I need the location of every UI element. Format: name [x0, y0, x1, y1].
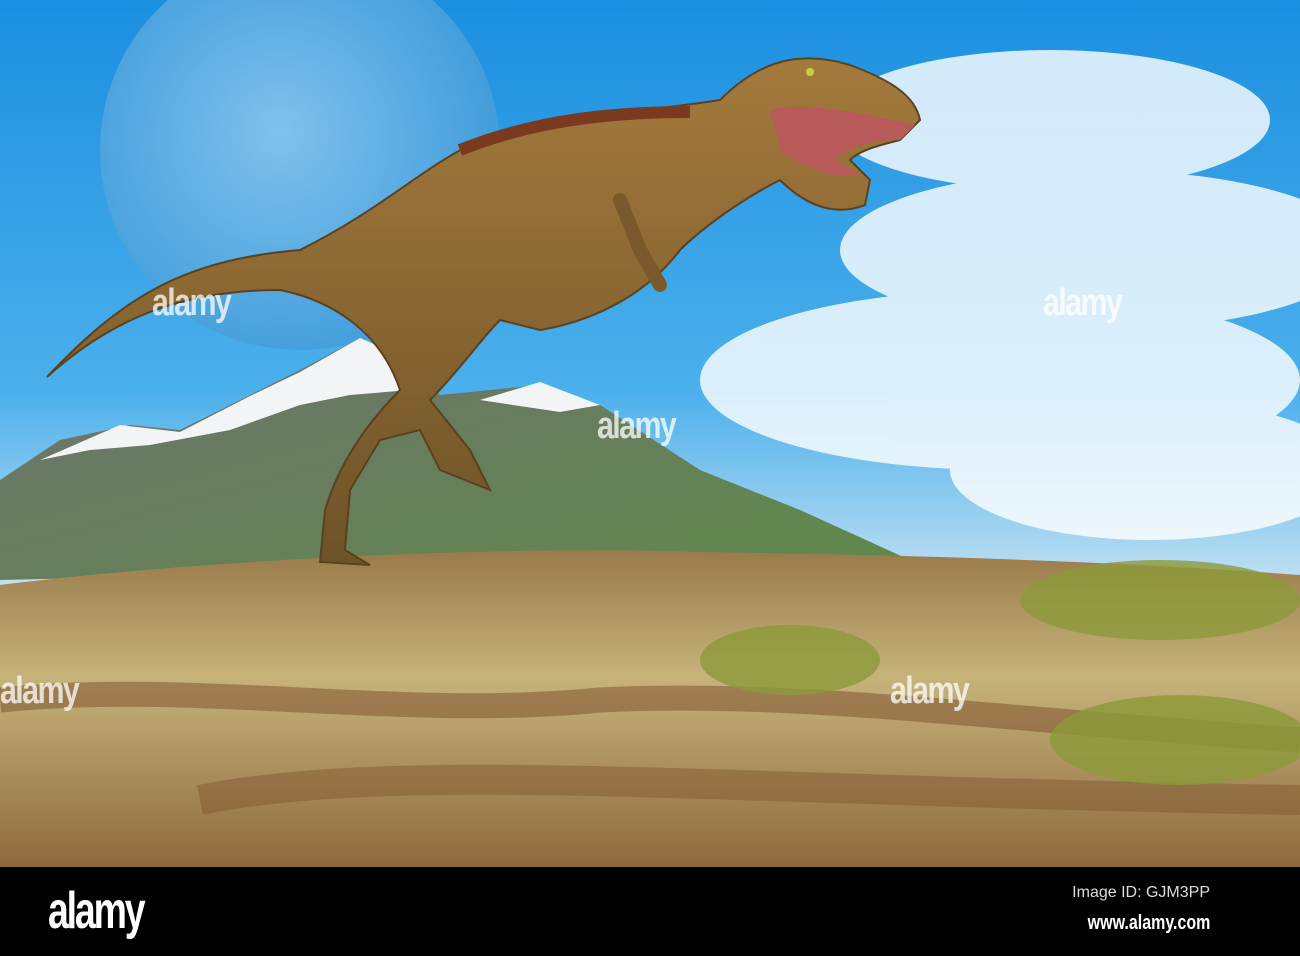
image-id: Image ID: GJM3PP: [1072, 884, 1210, 901]
watermark: alamy: [597, 405, 677, 447]
watermark: alamy: [152, 282, 232, 324]
rock-streak: [197, 764, 1300, 815]
watermark: alamy: [0, 670, 80, 712]
website-link[interactable]: www.alamy.com: [1087, 912, 1210, 935]
footer-bar: alamy Image ID: GJM3PP www.alamy.com: [0, 867, 1300, 956]
watermark: alamy: [890, 670, 970, 712]
alamy-logo: alamy: [48, 882, 146, 940]
stock-photo: alamy alamy alamy alamy alamy alamy Imag…: [0, 0, 1300, 956]
trex-eye: [806, 68, 814, 76]
watermark: alamy: [1043, 282, 1123, 324]
